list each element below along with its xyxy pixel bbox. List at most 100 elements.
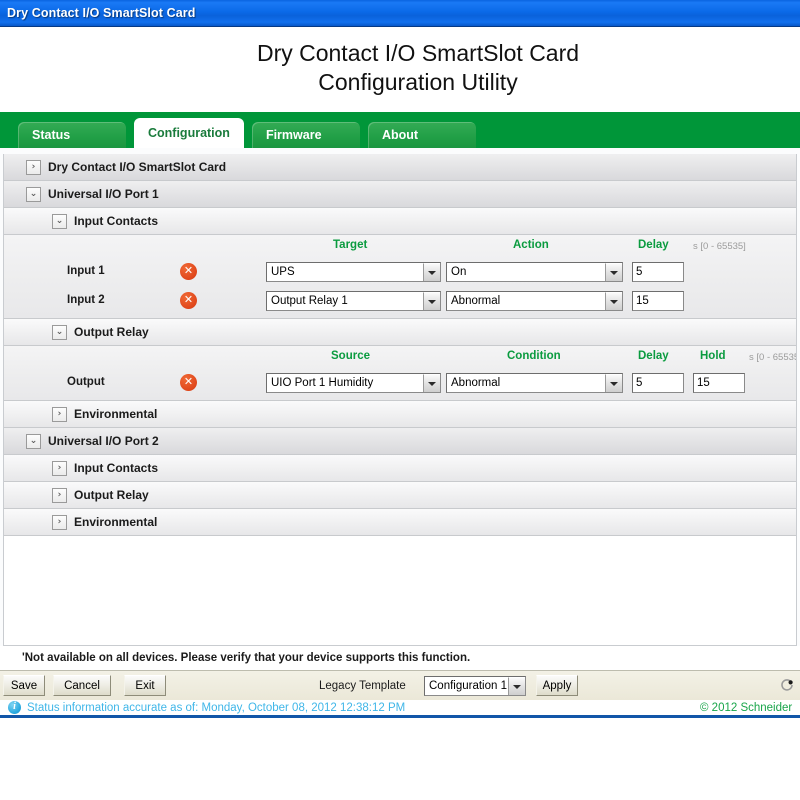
save-button[interactable]: Save [3,675,45,696]
row-label: Output [67,376,105,388]
configuration-panel: › Dry Contact I/O SmartSlot Card ⌄ Unive… [3,154,797,646]
source-select[interactable]: UIO Port 1 Humidity [266,373,441,393]
page-title-line2: Configuration Utility [318,69,518,95]
tree-item-label: Dry Contact I/O SmartSlot Card [48,160,227,174]
output-relay-column-headers: Source Condition Delay Hold s [0 - 65535… [4,346,796,369]
delay-input[interactable] [632,373,684,393]
refresh-spinner-icon[interactable] [780,678,794,692]
target-select-value: UPS [271,266,295,278]
row-label: Input 2 [67,294,105,306]
tree-item-port1-environmental[interactable]: › Environmental [4,401,796,428]
action-button-bar: Save Cancel Exit Legacy Template Configu… [0,670,800,700]
hold-input[interactable] [693,373,745,393]
delay-input[interactable] [632,291,684,311]
input-contacts-row-1: Input 1 ✕ UPS On [4,258,796,287]
tree-item-label: Input Contacts [74,461,158,475]
chevron-right-icon[interactable]: › [52,460,67,476]
column-header-delay: Delay [638,239,669,251]
condition-select[interactable]: Abnormal [446,373,623,393]
output-relay-row-1: Output ✕ UIO Port 1 Humidity Abnormal [4,369,796,398]
chevron-down-icon[interactable]: ⌄ [26,433,41,449]
tree-item-label: Environmental [74,515,158,529]
tree-item-uio-port-1[interactable]: ⌄ Universal I/O Port 1 [4,181,796,208]
target-select[interactable]: Output Relay 1 [266,291,441,311]
target-select[interactable]: UPS [266,262,441,282]
tree-item-port1-input-contacts[interactable]: ⌄ Input Contacts [4,208,796,235]
copyright-text: © 2012 Schneider [700,702,793,714]
column-header-condition: Condition [507,350,561,362]
tree-item-port2-input-contacts[interactable]: › Input Contacts [4,455,796,482]
input-contacts-column-headers: Target Action Delay s [0 - 65535] [4,235,796,258]
action-select-value: Abnormal [451,295,501,307]
chevron-down-icon[interactable] [605,374,622,392]
condition-select-value: Abnormal [451,377,501,389]
tree-item-label: Output Relay [74,325,149,339]
action-select-value: On [451,266,467,278]
output-relay-form: Source Condition Delay Hold s [0 - 65535… [4,346,796,401]
tree-item-dry-contact-card[interactable]: › Dry Contact I/O SmartSlot Card [4,154,796,181]
delay-input[interactable] [632,262,684,282]
info-icon: i [8,701,21,714]
chevron-down-icon[interactable] [605,263,622,281]
chevron-right-icon[interactable]: › [52,514,67,530]
page-title-line1: Dry Contact I/O SmartSlot Card [256,40,580,66]
delete-icon[interactable]: ✕ [180,263,197,280]
tree-item-label: Environmental [74,407,158,421]
tab-firmware[interactable]: Firmware [251,122,360,148]
status-bar: i Status information accurate as of: Mon… [0,700,800,718]
legacy-template-select[interactable]: Configuration 1 [424,676,526,696]
column-header-target: Target [333,239,368,251]
delay-range-hint: s [0 - 65535] [693,241,746,252]
chevron-down-icon[interactable] [605,292,622,310]
chevron-down-icon[interactable] [423,263,440,281]
chevron-down-icon[interactable] [423,374,440,392]
tab-bar: Status Configuration Firmware About [0,112,800,148]
window-title: Dry Contact I/O SmartSlot Card [7,6,196,20]
action-select[interactable]: Abnormal [446,291,623,311]
chevron-down-icon[interactable]: ⌄ [52,324,67,340]
chevron-down-icon[interactable]: ⌄ [52,213,67,229]
legacy-template-label: Legacy Template [319,680,406,692]
tab-configuration[interactable]: Configuration [134,118,244,148]
legacy-template-value: Configuration 1 [429,680,507,692]
delay-range-hint: s [0 - 65535] [749,352,797,363]
row-label: Input 1 [67,265,105,277]
page-header: Dry Contact I/O SmartSlot Card Configura… [0,27,800,112]
content-area: › Dry Contact I/O SmartSlot Card ⌄ Unive… [0,148,800,646]
tree-item-uio-port-2[interactable]: ⌄ Universal I/O Port 2 [4,428,796,455]
chevron-right-icon[interactable]: › [52,487,67,503]
chevron-down-icon[interactable] [508,677,525,695]
tree-item-port2-output-relay[interactable]: › Output Relay [4,482,796,509]
status-text: Status information accurate as of: Monda… [27,701,406,714]
tree-item-port2-environmental[interactable]: › Environmental [4,509,796,536]
delete-icon[interactable]: ✕ [180,374,197,391]
column-header-action: Action [513,239,549,251]
action-select[interactable]: On [446,262,623,282]
tab-status[interactable]: Status [18,122,126,148]
tree-item-label: Input Contacts [74,214,158,228]
cancel-button[interactable]: Cancel [53,675,111,696]
delete-icon[interactable]: ✕ [180,292,197,309]
source-select-value: UIO Port 1 Humidity [271,377,374,389]
input-contacts-row-2: Input 2 ✕ Output Relay 1 Abnormal [4,287,796,316]
footnote: 'Not available on all devices. Please ve… [0,646,800,670]
blank-area [0,718,800,800]
chevron-down-icon[interactable] [423,292,440,310]
apply-button[interactable]: Apply [536,675,578,696]
exit-button[interactable]: Exit [124,675,166,696]
target-select-value: Output Relay 1 [271,295,348,307]
column-header-source: Source [331,350,370,362]
column-header-hold: Hold [700,350,726,362]
window-titlebar: Dry Contact I/O SmartSlot Card [0,0,800,27]
column-header-delay: Delay [638,350,669,362]
chevron-right-icon[interactable]: › [26,159,41,175]
tree-item-label: Output Relay [74,488,149,502]
tree-item-label: Universal I/O Port 1 [48,187,159,201]
chevron-down-icon[interactable]: ⌄ [26,186,41,202]
input-contacts-form: Target Action Delay s [0 - 65535] Input … [4,235,796,319]
application-window: Dry Contact I/O SmartSlot Card Dry Conta… [0,0,800,800]
tree-item-port1-output-relay[interactable]: ⌄ Output Relay [4,319,796,346]
tab-about[interactable]: About [367,122,476,148]
chevron-right-icon[interactable]: › [52,406,67,422]
tree-item-label: Universal I/O Port 2 [48,434,159,448]
